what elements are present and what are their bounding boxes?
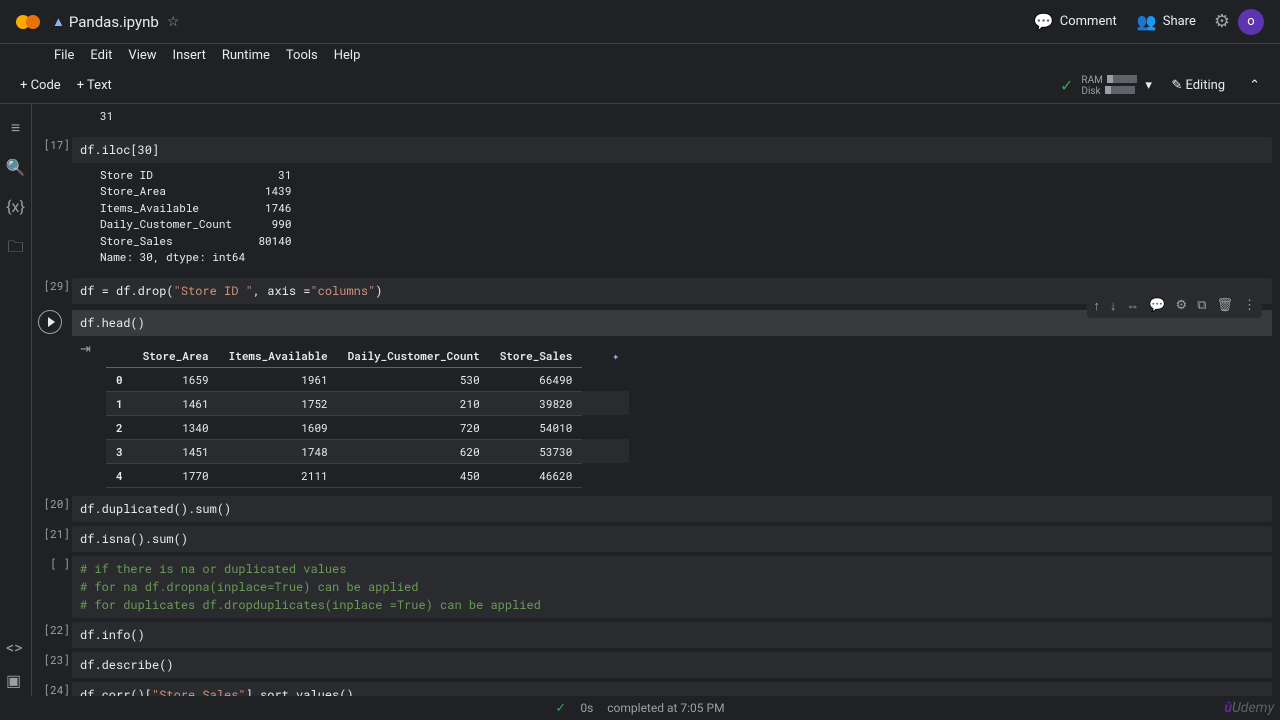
cell-output: Store ID 31 Store_Area 1439 Items_Availa… xyxy=(72,163,1272,274)
output-text: 31 xyxy=(72,108,1272,133)
table-row: 21340160972054010 xyxy=(106,415,629,439)
avatar[interactable]: o xyxy=(1238,9,1264,35)
code-cell-23[interactable]: ✓[23] df.describe() xyxy=(32,652,1272,678)
bottom-left-icons: <> ▣ xyxy=(6,638,23,690)
dataframe-table: Store_AreaItems_AvailableDaily_Customer_… xyxy=(106,344,629,488)
code-cell-29[interactable]: ✓[29] df = df.drop("Store ID ", axis ="c… xyxy=(32,278,1272,304)
status-time: 0s xyxy=(580,701,593,715)
magic-wand-icon[interactable]: ✦ xyxy=(612,348,619,363)
more-icon[interactable]: ⋮ xyxy=(1239,296,1260,316)
star-icon[interactable]: ☆ xyxy=(167,14,180,30)
header: ▲ Pandas.ipynb ☆ 💬Comment 👥Share ⚙ o xyxy=(0,0,1280,44)
leftbar: ≡ 🔍 {x} 🗀 xyxy=(0,104,32,696)
execution-count: [23] xyxy=(44,652,70,667)
comment-icon: 💬 xyxy=(1034,12,1054,31)
run-button[interactable] xyxy=(38,310,62,334)
output-toggle-icon[interactable]: ⇥ xyxy=(80,342,91,357)
code-cell-21[interactable]: ✓[21] df.isna().sum() xyxy=(32,526,1272,552)
table-header-row: Store_AreaItems_AvailableDaily_Customer_… xyxy=(106,344,629,368)
collapse-icon[interactable]: ⌃ xyxy=(1241,74,1268,97)
code-editor[interactable]: df.isna().sum() xyxy=(72,526,1272,552)
menu-file[interactable]: File xyxy=(46,46,82,65)
connected-check-icon: ✓ xyxy=(1060,76,1073,95)
settings-icon[interactable]: ⚙ xyxy=(1172,296,1192,316)
colab-logo[interactable] xyxy=(16,12,44,32)
execution-count: [ ] xyxy=(50,556,70,571)
search-icon[interactable]: 🔍 xyxy=(6,148,26,187)
execution-count: [17] xyxy=(44,137,70,152)
statusbar: ✓ 0s completed at 7:05 PM xyxy=(0,696,1280,720)
notebook-content[interactable]: 31 ✓[17] df.iloc[30] Store ID 31 Store_A… xyxy=(32,104,1280,696)
code-cell-24[interactable]: ✓[24] df.corr()["Store_Sales"].sort_valu… xyxy=(32,682,1272,697)
code-snippets-icon[interactable]: <> xyxy=(6,638,23,657)
code-editor[interactable]: df.iloc[30] xyxy=(72,137,1272,163)
code-cell-20[interactable]: ✓[20] df.duplicated().sum() xyxy=(32,496,1272,522)
terminal-icon[interactable]: ▣ xyxy=(6,671,23,690)
cell-output-fragment: 31 xyxy=(32,108,1272,133)
editing-button[interactable]: ✎ Editing xyxy=(1163,74,1233,97)
cell-toolbar: ↑ ↓ ⇔ 💬 ⚙ ⧉ 🗑 ⋮ xyxy=(1087,294,1262,318)
notebook-title[interactable]: Pandas.ipynb xyxy=(69,13,159,31)
code-editor[interactable]: # if there is na or duplicated values# f… xyxy=(72,556,1272,618)
menu-edit[interactable]: Edit xyxy=(82,46,120,65)
link-icon[interactable]: ⇔ xyxy=(1122,296,1143,316)
share-icon: 👥 xyxy=(1137,12,1157,31)
table-row: 11461175221039820 xyxy=(106,391,629,415)
delete-icon[interactable]: 🗑 xyxy=(1212,296,1237,316)
toolbar: + Code + Text ✓ RAM Disk ▾ ✎ Editing ⌃ xyxy=(0,68,1280,104)
status-completed: completed at 7:05 PM xyxy=(607,701,724,715)
code-editor[interactable]: df.corr()["Store_Sales"].sort_values() xyxy=(72,682,1272,697)
mirror-icon[interactable]: ⧉ xyxy=(1193,296,1210,316)
execution-count: [21] xyxy=(44,526,70,541)
move-down-icon[interactable]: ↓ xyxy=(1106,296,1121,316)
resource-dropdown-icon[interactable]: ▾ xyxy=(1145,78,1155,93)
menu-help[interactable]: Help xyxy=(326,46,369,65)
code-cell-22[interactable]: ✓[22] df.info() xyxy=(32,622,1272,648)
add-code-button[interactable]: + Code xyxy=(12,74,69,97)
files-icon[interactable]: 🗀 xyxy=(7,226,23,273)
toc-icon[interactable]: ≡ xyxy=(11,108,20,148)
code-editor[interactable]: df.duplicated().sum() xyxy=(72,496,1272,522)
execution-count: [22] xyxy=(44,622,70,637)
table-row: 01659196153066490 xyxy=(106,367,629,391)
drive-icon: ▲ xyxy=(52,14,65,30)
comment-cell-icon[interactable]: 💬 xyxy=(1145,296,1169,316)
execution-count: [20] xyxy=(44,496,70,511)
status-check-icon: ✓ xyxy=(555,701,566,716)
code-cell-17[interactable]: ✓[17] df.iloc[30] Store ID 31 Store_Area… xyxy=(32,137,1272,274)
move-up-icon[interactable]: ↑ xyxy=(1089,296,1104,316)
execution-count: [24] xyxy=(44,682,70,697)
resource-indicator[interactable]: RAM Disk xyxy=(1081,75,1137,97)
add-text-button[interactable]: + Text xyxy=(69,74,120,97)
menu-tools[interactable]: Tools xyxy=(278,46,326,65)
execution-count: [29] xyxy=(44,278,70,293)
table-row: 41770211145046620 xyxy=(106,463,629,487)
comment-button[interactable]: 💬Comment xyxy=(1024,6,1127,37)
gear-icon[interactable]: ⚙ xyxy=(1206,7,1238,36)
table-row: 31451174862053730 xyxy=(106,439,629,463)
code-cell-active-head[interactable]: ↑ ↓ ⇔ 💬 ⚙ ⧉ 🗑 ⋮ ✓ df.head() ⇥ Store_Ar xyxy=(32,310,1272,492)
code-editor[interactable]: df.describe() xyxy=(72,652,1272,678)
menu-view[interactable]: View xyxy=(120,46,164,65)
watermark: ûUdemy xyxy=(1224,700,1274,716)
code-cell-comments[interactable]: [ ] # if there is na or duplicated value… xyxy=(32,556,1272,618)
share-button[interactable]: 👥Share xyxy=(1127,6,1206,37)
menubar: File Edit View Insert Runtime Tools Help xyxy=(0,44,1280,68)
code-editor[interactable]: df.info() xyxy=(72,622,1272,648)
menu-insert[interactable]: Insert xyxy=(165,46,214,65)
variables-icon[interactable]: {x} xyxy=(6,187,25,226)
menu-runtime[interactable]: Runtime xyxy=(214,46,278,65)
